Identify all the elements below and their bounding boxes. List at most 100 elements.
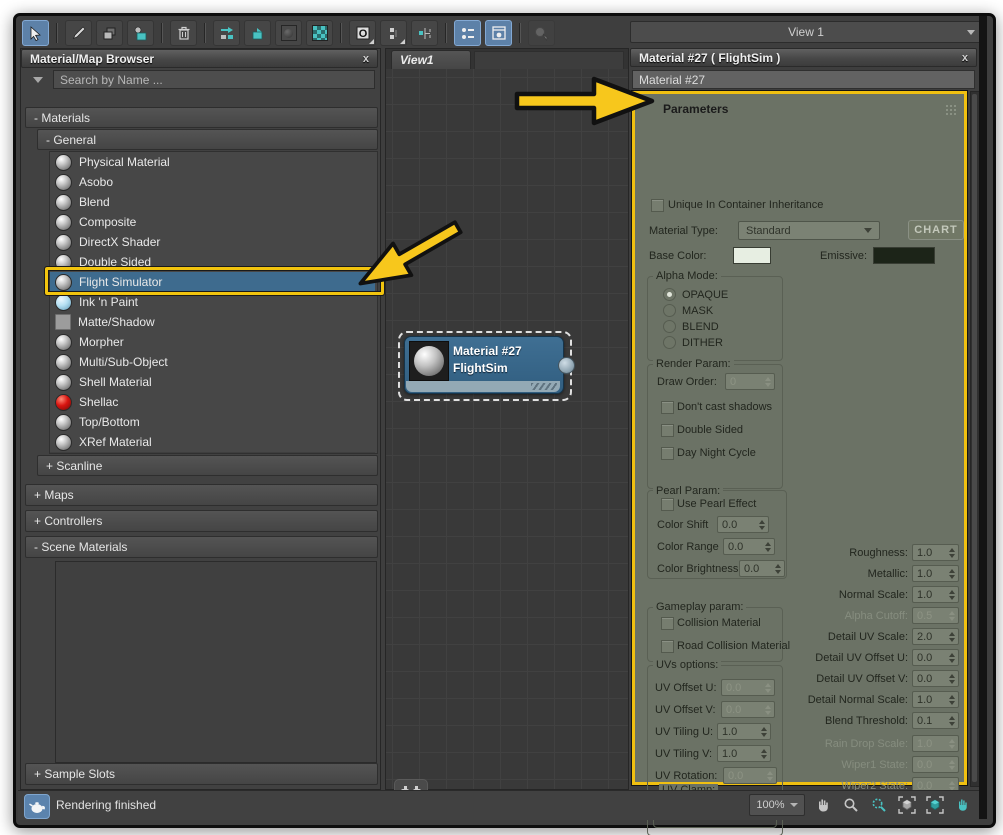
alpha-mask-radio[interactable] (663, 304, 676, 317)
hide-unused-nodeslots-button[interactable] (244, 20, 271, 46)
roughness-spinner[interactable]: 1.0 (912, 544, 959, 561)
spinner-arrows-icon[interactable] (946, 653, 958, 663)
assign-material-to-selection-button[interactable] (127, 20, 154, 46)
road-collision-material-checkbox[interactable] (661, 640, 674, 653)
spinner-arrows-icon[interactable] (946, 716, 958, 726)
zoom-tool-button[interactable] (840, 795, 861, 816)
material-item-blend[interactable]: Blend (50, 192, 375, 213)
draw-order-spinner[interactable]: 0 (725, 373, 775, 390)
spinner-arrows-icon[interactable] (758, 727, 770, 737)
material-name-field[interactable]: Material #27 (632, 70, 975, 89)
double-sided-checkbox[interactable] (661, 424, 674, 437)
layout-all-button[interactable] (411, 20, 438, 46)
tab-view1[interactable]: View1 (391, 50, 471, 69)
metallic-spinner[interactable]: 1.0 (912, 565, 959, 582)
toggle-material-map-browser-button[interactable] (454, 20, 481, 46)
spinner-arrows-icon[interactable] (764, 771, 776, 781)
spinner-arrows-icon[interactable] (762, 705, 774, 715)
node-resize-grip[interactable] (531, 383, 557, 390)
collision-material-checkbox[interactable] (661, 617, 674, 630)
alpha-opaque-radio[interactable] (663, 288, 676, 301)
spinner-arrows-icon[interactable] (946, 569, 958, 579)
pick-material-button[interactable] (65, 20, 92, 46)
toggle-parameter-editor-button[interactable] (485, 20, 512, 46)
material-item-matte-shadow[interactable]: Matte/Shadow (50, 312, 375, 333)
group-scene-materials[interactable]: - Scene Materials (25, 536, 378, 558)
browser-close-button[interactable]: x (363, 53, 369, 65)
detail-uv-offset-u-spinner[interactable]: 0.0 (912, 649, 959, 666)
zoom-extents-button[interactable] (896, 795, 917, 816)
node-canvas[interactable]: Material #27 FlightSim (386, 69, 628, 789)
spinner-arrows-icon[interactable] (758, 749, 770, 759)
node-output-socket[interactable] (558, 357, 575, 374)
group-sample-slots[interactable]: + Sample Slots (25, 763, 378, 785)
material-type-dropdown[interactable]: Standard (738, 221, 880, 240)
eyedropper-icon (71, 26, 86, 41)
spinner-arrows-icon[interactable] (946, 632, 958, 642)
material-item-ink-n-paint[interactable]: Ink 'n Paint (50, 292, 375, 313)
color-shift-spinner[interactable]: 0.0 (717, 516, 769, 533)
group-materials[interactable]: - Materials (25, 107, 378, 128)
move-children-button[interactable] (213, 20, 240, 46)
material-item-directx-shader[interactable]: DirectX Shader (50, 232, 375, 253)
show-background-button[interactable] (275, 20, 302, 46)
show-checker-background-button[interactable] (306, 20, 333, 46)
material-item-asobo[interactable]: Asobo (50, 172, 375, 193)
search-input[interactable]: Search by Name ... (53, 70, 375, 89)
select-tool-button[interactable] (22, 20, 49, 46)
material-item-physical-material[interactable]: Physical Material (50, 152, 375, 173)
rollout-title[interactable]: Parameters (663, 102, 728, 116)
render-status-button[interactable] (24, 794, 50, 819)
group-scanline[interactable]: + Scanline (37, 455, 378, 476)
group-scanline-label: + Scanline (46, 459, 102, 473)
group-controllers[interactable]: + Controllers (25, 510, 378, 532)
zero-slots-button[interactable]: O (349, 20, 376, 46)
use-pearl-effect-checkbox[interactable] (661, 498, 674, 511)
normal-scale-spinner[interactable]: 1.0 (912, 586, 959, 603)
editor-header[interactable]: Material #27 ( FlightSim ) x (630, 48, 977, 67)
pan-tool-button[interactable] (812, 795, 833, 816)
material-node[interactable]: Material #27 FlightSim (404, 336, 564, 394)
alpha-dither-radio[interactable] (663, 336, 676, 349)
material-item-morpher[interactable]: Morpher (50, 332, 375, 353)
material-item-shellac[interactable]: Shellac (50, 392, 375, 413)
search-options-button[interactable] (27, 71, 49, 88)
emissive-swatch[interactable] (873, 247, 935, 264)
zoom-level-dropdown[interactable]: 100% (749, 794, 805, 816)
alpha-blend-radio[interactable] (663, 320, 676, 333)
material-item-top-bottom[interactable]: Top/Bottom (50, 412, 375, 433)
layout-children-button[interactable] (380, 20, 407, 46)
delete-selected-button[interactable] (170, 20, 197, 46)
spinner-arrows-icon[interactable] (762, 377, 774, 387)
editor-close-button[interactable]: x (962, 52, 968, 64)
spinner-arrows-icon[interactable] (946, 590, 958, 600)
spinner-arrows-icon[interactable] (946, 674, 958, 684)
detail-uv-scale-spinner[interactable]: 2.0 (912, 628, 959, 645)
blend-threshold-spinner[interactable]: 0.1 (912, 712, 959, 729)
detail-uv-offset-v-spinner[interactable]: 0.0 (912, 670, 959, 687)
pan-all-views-button[interactable] (952, 795, 973, 816)
detail-normal-scale-spinner[interactable]: 1.0 (912, 691, 959, 708)
dont-cast-shadows-checkbox[interactable] (661, 401, 674, 414)
put-material-to-scene-button[interactable] (96, 20, 123, 46)
spinner-arrows-icon[interactable] (946, 548, 958, 558)
group-general[interactable]: - General (37, 129, 378, 150)
scrollbar-thumb[interactable] (972, 94, 977, 782)
tab-empty[interactable] (474, 51, 624, 70)
unique-in-container-checkbox[interactable] (651, 199, 664, 212)
zoom-extents-selected-button[interactable] (924, 795, 945, 816)
material-item-multi-sub-object[interactable]: Multi/Sub-Object (50, 352, 375, 373)
spinner-arrows-icon[interactable] (946, 695, 958, 705)
spinner-arrows-icon[interactable] (756, 520, 768, 530)
day-night-cycle-checkbox[interactable] (661, 447, 674, 460)
base-color-swatch[interactable] (733, 247, 771, 264)
material-item-composite[interactable]: Composite (50, 212, 375, 233)
material-item-shell-material[interactable]: Shell Material (50, 372, 375, 393)
material-item-xref-material[interactable]: XRef Material (50, 432, 375, 453)
browser-header[interactable]: Material/Map Browser x (21, 49, 378, 68)
group-maps[interactable]: + Maps (25, 484, 378, 506)
rollout-grip-icon[interactable] (945, 104, 956, 115)
zoom-region-tool-button[interactable] (868, 795, 889, 816)
chart-button[interactable]: CHART (908, 220, 964, 240)
view-selector-dropdown[interactable]: View 1 (630, 21, 982, 43)
